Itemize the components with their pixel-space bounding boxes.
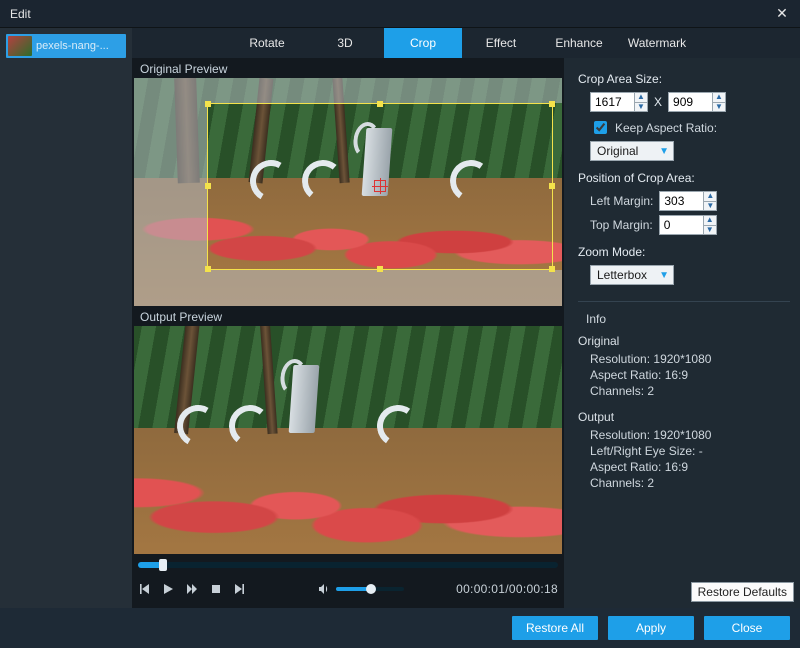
tab-rotate[interactable]: Rotate (228, 28, 306, 58)
clip-item[interactable]: pexels-nang-... (6, 34, 126, 58)
transport: 00:00:01/00:00:18 (134, 562, 562, 600)
window-title: Edit (10, 7, 31, 21)
info-output-head: Output (578, 410, 790, 424)
down-icon[interactable]: ▼ (713, 102, 725, 112)
close-button[interactable]: Close (704, 616, 790, 640)
tab-enhance[interactable]: Enhance (540, 28, 618, 58)
crop-rectangle[interactable] (207, 103, 554, 269)
left-margin-stepper[interactable]: ▲▼ (659, 191, 717, 211)
position-title: Position of Crop Area: (578, 171, 790, 185)
tab-crop[interactable]: Crop (384, 28, 462, 58)
volume-control[interactable] (318, 583, 404, 595)
info-original-head: Original (578, 334, 790, 348)
up-icon[interactable]: ▲ (635, 93, 647, 102)
body-area: pexels-nang-... Rotate 3D Crop Effect En… (0, 28, 800, 608)
original-preview[interactable] (134, 78, 562, 306)
zoom-mode-title: Zoom Mode: (578, 245, 790, 259)
output-preview-label: Output Preview (134, 306, 562, 326)
skip-forward-icon[interactable] (234, 583, 246, 595)
volume-slider[interactable] (336, 587, 404, 591)
tabs: Rotate 3D Crop Effect Enhance Watermark (132, 28, 800, 58)
titlebar: Edit (0, 0, 800, 28)
preview-column: Original Preview (132, 58, 564, 608)
footer: Restore All Apply Close (0, 608, 800, 648)
close-icon[interactable] (774, 6, 790, 22)
tab-effect[interactable]: Effect (462, 28, 540, 58)
down-icon[interactable]: ▼ (704, 225, 716, 235)
x-separator: X (654, 95, 662, 109)
top-margin-stepper[interactable]: ▲▼ (659, 215, 717, 235)
up-icon[interactable]: ▲ (713, 93, 725, 102)
tab-3d[interactable]: 3D (306, 28, 384, 58)
crop-height-input[interactable] (668, 92, 712, 112)
aspect-ratio-select[interactable]: Original ▼ (590, 141, 674, 161)
chevron-down-icon: ▼ (659, 146, 669, 157)
clips-sidebar: pexels-nang-... (0, 28, 132, 608)
divider (578, 301, 790, 302)
down-icon[interactable]: ▼ (704, 201, 716, 211)
down-icon[interactable]: ▼ (635, 102, 647, 112)
chevron-down-icon: ▼ (659, 270, 669, 281)
edit-window: Edit pexels-nang-... Rotate 3D Crop Effe… (0, 0, 800, 648)
output-preview (134, 326, 562, 554)
skip-back-icon[interactable] (138, 583, 150, 595)
seek-bar[interactable] (138, 562, 558, 568)
up-icon[interactable]: ▲ (704, 192, 716, 201)
crop-height-stepper[interactable]: ▲▼ (668, 92, 726, 112)
keep-aspect-checkbox[interactable] (594, 121, 607, 134)
time-display: 00:00:01/00:00:18 (456, 582, 558, 596)
crop-width-input[interactable] (590, 92, 634, 112)
clip-thumbnail (8, 36, 32, 56)
main-area: Rotate 3D Crop Effect Enhance Watermark … (132, 28, 800, 608)
restore-defaults-button[interactable]: Restore Defaults (691, 582, 794, 602)
apply-button[interactable]: Apply (608, 616, 694, 640)
seek-knob[interactable] (159, 559, 167, 571)
volume-icon[interactable] (318, 583, 330, 595)
keep-aspect-ratio[interactable]: Keep Aspect Ratio: (590, 118, 790, 137)
crop-width-stepper[interactable]: ▲▼ (590, 92, 648, 112)
top-margin-label: Top Margin: (590, 218, 653, 232)
crop-area-size-title: Crop Area Size: (578, 72, 790, 86)
clip-name: pexels-nang-... (36, 40, 109, 52)
up-icon[interactable]: ▲ (704, 216, 716, 225)
play-icon[interactable] (162, 583, 174, 595)
info-header: Info (586, 312, 790, 326)
content-row: Original Preview (132, 58, 800, 608)
tab-watermark[interactable]: Watermark (618, 28, 696, 58)
info-original: Original Resolution: 1920*1080 Aspect Ra… (578, 334, 790, 398)
left-margin-input[interactable] (659, 191, 703, 211)
restore-all-button[interactable]: Restore All (512, 616, 598, 640)
info-output: Output Resolution: 1920*1080 Left/Right … (578, 410, 790, 490)
original-preview-label: Original Preview (134, 58, 562, 78)
left-margin-label: Left Margin: (590, 194, 653, 208)
top-margin-input[interactable] (659, 215, 703, 235)
zoom-mode-select[interactable]: Letterbox ▼ (590, 265, 674, 285)
side-panel: Crop Area Size: ▲▼ X ▲▼ (564, 58, 800, 608)
stop-icon[interactable] (210, 583, 222, 595)
keep-aspect-label: Keep Aspect Ratio: (615, 121, 717, 135)
fast-forward-icon[interactable] (186, 583, 198, 595)
